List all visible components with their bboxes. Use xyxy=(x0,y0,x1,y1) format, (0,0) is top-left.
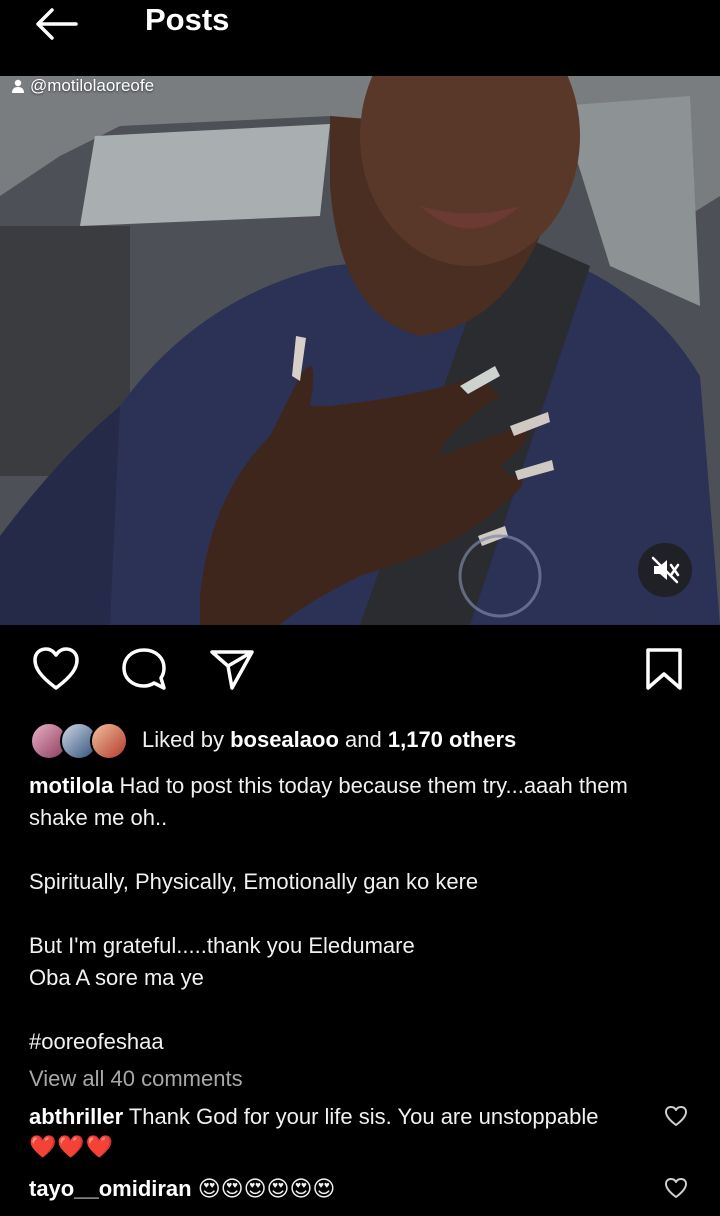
caption-line: Spiritually, Physically, Emotionally gan… xyxy=(29,869,479,894)
share-icon[interactable] xyxy=(208,646,256,692)
bookmark-icon[interactable] xyxy=(644,646,684,692)
likes-row[interactable]: Liked by bosealaoo and 1,170 others xyxy=(30,720,516,760)
caption-username[interactable]: motilola xyxy=(29,773,113,798)
top-bar: Posts xyxy=(0,0,720,76)
comment-like-heart-icon[interactable] xyxy=(664,1177,688,1199)
caption-line: shake me oh.. xyxy=(29,805,168,830)
comment-item: abthriller Thank God for your life sis. … xyxy=(29,1102,649,1162)
liker-avatars xyxy=(30,720,130,760)
comment-username[interactable]: abthriller xyxy=(29,1104,123,1129)
person-icon xyxy=(12,79,24,93)
caption-line: Oba A sore ma ye xyxy=(29,965,204,990)
comment-username[interactable]: tayo__omidiran xyxy=(29,1176,192,1201)
tagged-username: @motilolaoreofe xyxy=(30,76,155,95)
comment-text: Thank God for your life sis. You are uns… xyxy=(128,1104,599,1129)
action-bar xyxy=(0,640,720,700)
post-caption: motilola Had to post this today because … xyxy=(29,770,699,1058)
muted-speaker-icon xyxy=(651,556,680,584)
comment-emoji: ❤️❤️❤️ xyxy=(29,1134,115,1159)
post-video[interactable]: @motilolaoreofe xyxy=(0,76,720,625)
caption-line: Had to post this today because them try.… xyxy=(119,773,628,798)
avatar xyxy=(90,722,128,760)
video-frame xyxy=(0,76,720,625)
likes-prefix: Liked by xyxy=(142,727,224,752)
comment-item: tayo__omidiran 😍😍😍😍😍😍 xyxy=(29,1174,649,1204)
heart-icon[interactable] xyxy=(32,646,80,692)
likes-and: and xyxy=(345,727,382,752)
mute-button[interactable] xyxy=(638,543,692,597)
caption-line: But I'm grateful.....thank you Eledumare xyxy=(29,933,415,958)
comment-text: 😍😍😍😍😍😍 xyxy=(197,1176,336,1201)
view-all-comments-link[interactable]: View all 40 comments xyxy=(29,1066,243,1092)
back-arrow-icon xyxy=(36,8,78,40)
comment-like-heart-icon[interactable] xyxy=(664,1105,688,1127)
caption-hashtag[interactable]: #ooreofeshaa xyxy=(29,1026,699,1058)
tagged-user-chip[interactable]: @motilolaoreofe xyxy=(10,76,154,96)
likes-user[interactable]: bosealaoo xyxy=(230,727,339,752)
back-button[interactable] xyxy=(28,4,84,44)
likes-count[interactable]: 1,170 others xyxy=(388,727,516,752)
likes-text: Liked by bosealaoo and 1,170 others xyxy=(142,727,516,753)
page-title: Posts xyxy=(145,2,230,37)
comment-icon[interactable] xyxy=(120,646,168,692)
